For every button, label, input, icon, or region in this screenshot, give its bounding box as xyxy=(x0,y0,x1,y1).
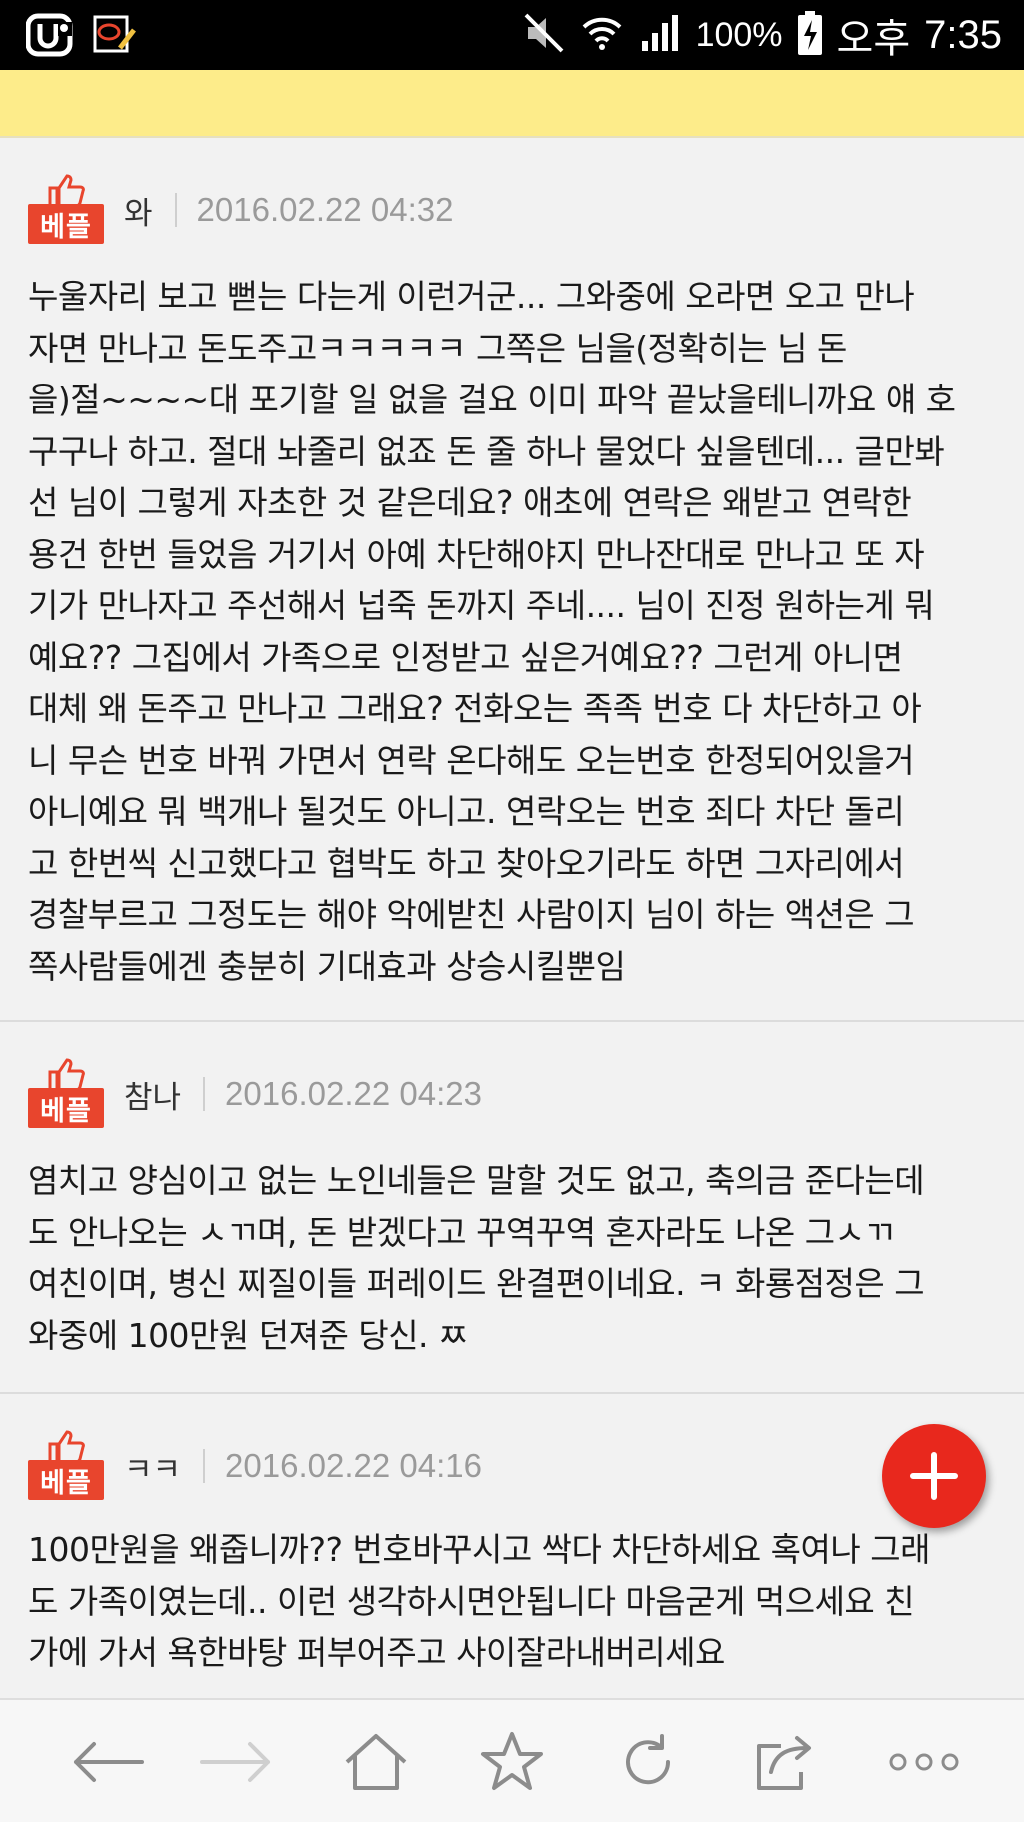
comment-text: 100만원을 왜줍니까?? 번호바꾸시고 싹다 차단하세요 혹여나 그래 도 가… xyxy=(28,1524,998,1679)
comment-line: 와중에 100만원 던져준 당신. ㅉ xyxy=(28,1315,468,1355)
comment-line: 경찰부르고 그정도는 해야 악에받친 사람이지 님이 하는 액션은 그 xyxy=(28,895,915,934)
status-bar: 100% 오후 7:35 xyxy=(0,0,1024,70)
comment-line: 100만원을 왜줍니까?? 번호바꾸시고 싹다 차단하세요 혹여나 그래 xyxy=(28,1530,930,1569)
comment-text: 염치고 양심이고 없는 노인네들은 말할 것도 없고, 축의금 준다는데 도 안… xyxy=(28,1155,998,1361)
comment-line: 도 안나오는 ㅅㄲ며, 돈 받겠다고 꾸역꾸역 혼자라도 나온 그ㅅㄲ xyxy=(28,1212,895,1252)
comment-item: 베플 ㅋㅋ 2016.02.22 04:16 100만원을 왜줍니까?? 번호바… xyxy=(0,1394,1024,1698)
mute-icon xyxy=(522,11,566,59)
star-icon xyxy=(481,1732,543,1790)
more-button[interactable] xyxy=(884,1730,964,1794)
header-banner xyxy=(0,70,1024,138)
comment-line: 염치고 양심이고 없는 노인네들은 말할 것도 없고, 축의금 준다는데 xyxy=(28,1161,925,1200)
divider xyxy=(203,1449,206,1483)
comment-line: 누울자리 보고 뻗는 다는게 이런거군... 그와중에 오라면 오고 만나 xyxy=(28,277,915,316)
write-comment-button[interactable] xyxy=(882,1424,986,1528)
comment-line: 선 님이 그렇게 자초한 것 같은데요? 애초에 연락은 왜받고 연락한 xyxy=(28,483,912,522)
comment-line: 가에 가서 욕한바탕 퍼부어주고 사이잘라내버리세요 xyxy=(28,1633,725,1672)
comment-line: 대체 왜 돈주고 만나고 그래요? 전화오는 족족 번호 다 차단하고 아 xyxy=(28,689,922,728)
comment-author[interactable]: 참나 xyxy=(124,1072,181,1117)
best-reply-badge: 베플 xyxy=(28,174,106,246)
plus-icon xyxy=(910,1452,958,1500)
comment-line: 구구나 하고. 절대 놔줄리 없죠 돈 줄 하나 물었다 싶을텐데... 글만봐 xyxy=(28,431,945,471)
memo-app-icon xyxy=(92,14,138,60)
divider xyxy=(174,193,177,227)
share-button[interactable] xyxy=(744,1730,824,1794)
comment-line: 고 한번씩 신고했다고 협박도 하고 찾아오기라도 하면 그자리에서 xyxy=(28,843,905,883)
refresh-button[interactable] xyxy=(608,1730,688,1794)
comment-line: 예요?? 그집에서 가족으로 인정받고 싶은거예요?? 그런게 아니면 xyxy=(28,637,903,677)
comment-date: 2016.02.22 04:16 xyxy=(225,1447,482,1484)
thumbs-up-icon xyxy=(48,1058,85,1092)
best-badge-label: 베플 xyxy=(28,1460,104,1500)
comment-line: 도 가족이였는데.. 이런 생각하시면안됩니다 마음굳게 먹으세요 친 xyxy=(28,1581,915,1621)
browser-toolbar xyxy=(0,1698,1024,1822)
refresh-icon xyxy=(626,1734,671,1785)
comment-item: 베플 참나 2016.02.22 04:23 염치고 양심이고 없는 노인네들은… xyxy=(0,1022,1024,1394)
comment-line: 을)절~~~~대 포기할 일 없을 걸요 이미 파악 끝났을테니까요 얘 호 xyxy=(28,380,956,419)
wifi-icon xyxy=(580,11,624,59)
comment-line: 여친이며, 병신 찌질이들 퍼레이드 완결편이네요. ㅋ 화룡점정은 그 xyxy=(28,1264,925,1303)
more-icon xyxy=(889,1753,959,1771)
comment-item: 베플 와 2016.02.22 04:32 누울자리 보고 뻗는 다는게 이런거… xyxy=(0,138,1024,1022)
comment-line: 자면 만나고 돈도주고ㅋㅋㅋㅋㅋ 그쪽은 님을(정확히는 님 돈 xyxy=(28,328,847,368)
home-icon xyxy=(345,1734,407,1790)
comment-line: 니 무슨 번호 바꿔 가면서 연락 온다해도 오는번호 한정되어있을거 xyxy=(28,740,915,780)
battery-charging-icon xyxy=(797,10,823,60)
comment-line: 아니예요 뭐 백개나 될것도 아니고. 연락오는 번호 죄다 차단 돌리 xyxy=(28,792,905,831)
comment-line: 용건 한번 들었음 거기서 아예 차단해야지 만나잔대로 만나고 또 자 xyxy=(28,534,925,574)
thumbs-up-icon xyxy=(48,1430,85,1464)
comment-line: 쪽사람들에겐 충분히 기대효과 상승시킬뿐임 xyxy=(28,946,626,986)
back-button[interactable] xyxy=(68,1730,148,1794)
signal-icon xyxy=(638,11,682,59)
comment-date: 2016.02.22 04:23 xyxy=(225,1075,482,1112)
am-pm-label: 오후 xyxy=(836,17,911,61)
bookmark-button[interactable] xyxy=(472,1730,552,1794)
home-button[interactable] xyxy=(336,1730,416,1794)
forward-button[interactable] xyxy=(196,1730,276,1794)
best-badge-label: 베플 xyxy=(28,204,104,244)
thumbs-up-icon xyxy=(48,174,85,208)
battery-percent: 100% xyxy=(695,15,783,54)
best-reply-badge: 베플 xyxy=(28,1430,106,1502)
comment-line: 기가 만나자고 주선해서 넙죽 돈까지 주네.... 님이 진정 원하는게 뭐 xyxy=(28,586,935,625)
best-badge-label: 베플 xyxy=(28,1088,104,1128)
clock: 7:35 xyxy=(924,12,1002,57)
comment-date: 2016.02.22 04:32 xyxy=(196,191,454,228)
comment-text: 누울자리 보고 뻗는 다는게 이런거군... 그와중에 오라면 오고 만나 자면… xyxy=(28,271,998,992)
comment-author[interactable]: ㅋㅋ xyxy=(124,1444,181,1489)
comment-author[interactable]: 와 xyxy=(124,188,153,233)
divider xyxy=(203,1077,206,1111)
back-arrow-icon xyxy=(74,1742,144,1782)
carrier-logo-icon xyxy=(25,12,76,62)
forward-arrow-icon xyxy=(200,1742,270,1782)
best-reply-badge: 베플 xyxy=(28,1058,106,1130)
share-icon xyxy=(757,1736,811,1790)
